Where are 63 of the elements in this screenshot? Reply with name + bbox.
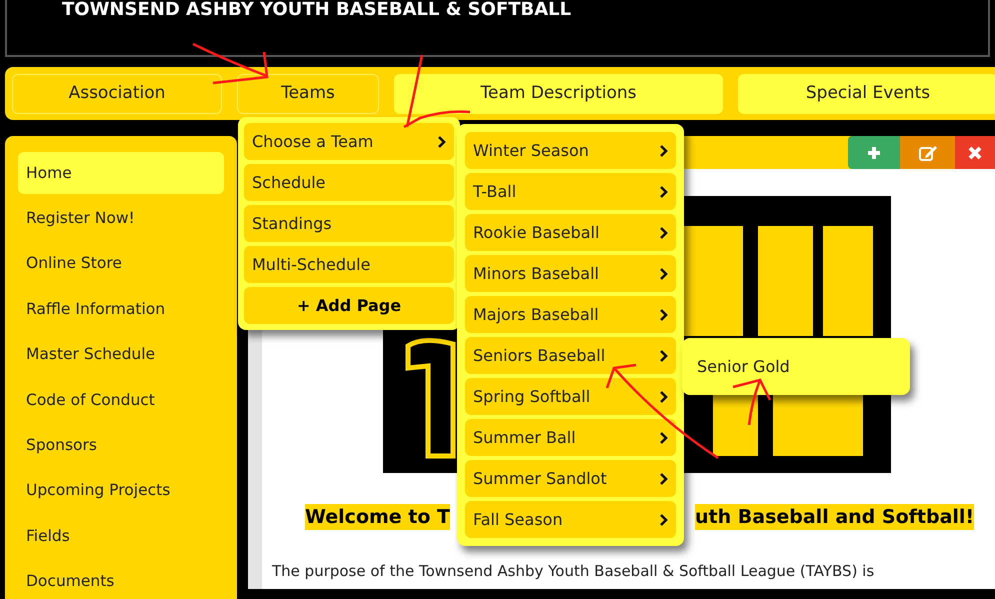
menu-item[interactable]: Winter Season [465, 132, 676, 169]
sidebar-item[interactable]: Fields [18, 515, 224, 558]
edit-icon [918, 144, 938, 162]
welcome-heading: Welcome to T [305, 504, 450, 530]
menu-item[interactable]: Majors Baseball [465, 296, 676, 333]
annotation-arrow [732, 378, 772, 426]
menu-item[interactable]: Minors Baseball [465, 255, 676, 292]
menu-item[interactable]: Spring Softball [465, 378, 676, 415]
nav-tab[interactable]: Team Descriptions [394, 74, 723, 114]
chevron-right-icon [659, 184, 668, 198]
menu-item-label: Seniors Baseball [473, 344, 606, 366]
chevron-right-icon [659, 430, 668, 444]
site-title: TOWNSEND ASHBY YOUTH BASEBALL & SOFTBALL [62, 0, 572, 20]
menu-item[interactable]: Rookie Baseball [465, 214, 676, 251]
menu-item[interactable]: Summer Sandlot [465, 460, 676, 497]
sidebar-item[interactable]: Master Schedule [18, 334, 224, 376]
plus-icon [866, 144, 882, 160]
chevron-right-icon [659, 348, 668, 362]
menu-item-label: Minors Baseball [473, 262, 599, 284]
sidebar-item[interactable]: Documents [18, 560, 224, 599]
edit-button[interactable] [900, 136, 955, 169]
menu-item[interactable]: Summer Ball [465, 419, 676, 456]
sidebar-item[interactable]: Raffle Information [18, 288, 224, 331]
chevron-right-icon [659, 390, 668, 404]
welcome-heading: uth Baseball and Softball! [695, 504, 974, 530]
chevron-right-icon [659, 512, 668, 526]
menu-item-label: Summer Sandlot [473, 468, 607, 490]
chevron-right-icon [659, 308, 668, 322]
menu-item-label: Rookie Baseball [473, 222, 600, 244]
sidebar-item[interactable]: Home [18, 152, 224, 194]
chevron-right-icon [659, 472, 668, 486]
nav-tab[interactable]: Association [12, 74, 222, 114]
sidebar-item[interactable]: Register Now! [18, 197, 224, 240]
menu-item[interactable]: Multi-Schedule [244, 246, 454, 283]
menu-item-label: Majors Baseball [473, 304, 599, 326]
chevron-right-icon [437, 134, 446, 148]
menu-item-label: T-Ball [473, 180, 516, 202]
add-page-button[interactable]: + Add Page [244, 287, 454, 324]
sidebar-item[interactable]: Online Store [18, 242, 224, 286]
menu-item-label: Choose a Team [252, 130, 374, 152]
close-icon [968, 146, 982, 160]
chevron-right-icon [659, 266, 668, 280]
intro-paragraph: The purpose of the Townsend Ashby Youth Baseball & Softball League (TAYBS) is [271, 561, 876, 582]
menu-item[interactable]: Schedule [244, 164, 454, 201]
sidebar-item[interactable]: Sponsors [18, 424, 224, 467]
chevron-right-icon [659, 144, 668, 158]
menu-item[interactable]: Seniors Baseball [465, 337, 676, 374]
nav-tab[interactable]: Special Events [738, 74, 995, 114]
menu-item[interactable]: Senior Gold [697, 354, 895, 378]
menu-item-label: Summer Ball [473, 426, 576, 448]
sidebar-item[interactable]: Upcoming Projects [18, 470, 224, 512]
add-button[interactable] [848, 136, 900, 169]
sidebar-item[interactable]: Code of Conduct [18, 379, 224, 422]
menu-item[interactable]: Choose a Team [244, 123, 454, 160]
menu-item-label: Spring Softball [473, 386, 590, 408]
menu-item-label: Fall Season [473, 508, 563, 530]
chevron-right-icon [659, 226, 668, 240]
nav-tab[interactable]: Teams [237, 74, 379, 114]
menu-item[interactable]: Standings [244, 205, 454, 242]
menu-item[interactable]: Fall Season [465, 501, 676, 538]
menu-item-label: Winter Season [473, 140, 589, 162]
delete-button[interactable] [955, 136, 995, 169]
menu-item[interactable]: T-Ball [465, 173, 676, 210]
